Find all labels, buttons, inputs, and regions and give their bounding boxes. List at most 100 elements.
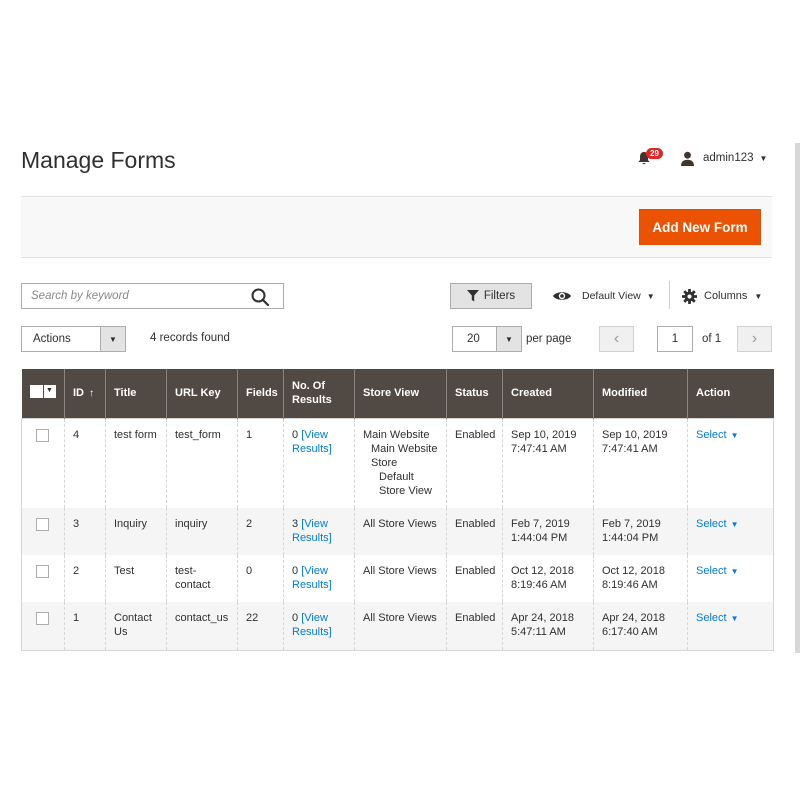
cell-modified: Feb 7, 2019 1:44:04 PM	[593, 508, 688, 555]
cell-created: Oct 12, 2018 8:19:46 AM	[502, 555, 594, 602]
mass-select-checkbox[interactable]	[29, 384, 43, 398]
table-row: 4 test form test_form 1 0 [View Results]…	[21, 418, 774, 508]
store-view-website: Main Website	[363, 428, 430, 441]
chevron-down-icon: ▼	[730, 430, 739, 440]
username: admin123	[703, 152, 754, 164]
chevron-down-icon: ▼	[730, 520, 739, 529]
chevron-down-icon: ▼	[730, 614, 739, 623]
per-page-select[interactable]: 20 ▼	[452, 326, 522, 352]
row-checkbox[interactable]	[36, 428, 49, 442]
mass-select-control[interactable]: ▼	[29, 384, 56, 398]
column-header-fields[interactable]: Fields	[237, 369, 284, 418]
row-action-select[interactable]: Select ▼	[696, 565, 739, 577]
per-page-value: 20	[467, 333, 480, 345]
table-row: 1 Contact Us contact_us 22 0 [View Resul…	[21, 602, 774, 650]
notifications-badge: 29	[646, 148, 663, 159]
cell-created: Apr 24, 2018 5:47:11 AM	[502, 602, 594, 650]
cell-title: Test	[105, 555, 167, 602]
view-results-link[interactable]: [View Results]	[292, 565, 332, 591]
cell-title: test form	[105, 418, 167, 508]
chevron-down-icon: ▼	[730, 567, 739, 576]
funnel-icon	[466, 290, 479, 302]
add-new-form-button[interactable]: Add New Form	[639, 209, 761, 245]
row-checkbox[interactable]	[36, 565, 49, 578]
mass-actions-dropdown[interactable]: Actions ▼	[21, 326, 126, 352]
row-action-label: Select	[696, 518, 727, 530]
chevron-down-icon[interactable]: ▼	[43, 384, 56, 398]
filters-button[interactable]: Filters	[450, 283, 532, 309]
notifications-button[interactable]: 29	[636, 148, 663, 168]
page-actions-bar: Add New Form	[21, 196, 772, 258]
results-count: 3	[292, 518, 299, 530]
view-label: Default View	[582, 290, 641, 302]
mass-select-header: ▼	[21, 369, 65, 418]
cell-modified: Sep 10, 2019 7:47:41 AM	[593, 418, 688, 508]
chevron-down-icon: ▼	[100, 327, 125, 351]
sort-ascending-icon: ↑	[89, 387, 94, 399]
cell-action: Select ▼	[687, 602, 774, 650]
cell-action: Select ▼	[687, 555, 774, 602]
results-count: 0	[292, 612, 299, 624]
cell-results: 3 [View Results]	[283, 508, 355, 555]
view-switcher[interactable]: Default View ▼	[552, 283, 655, 309]
cell-status: Enabled	[446, 602, 503, 650]
column-header-results[interactable]: No. Of Results	[283, 369, 355, 418]
row-action-select[interactable]: Select ▼	[696, 518, 739, 530]
cell-status: Enabled	[446, 508, 503, 555]
cell-results: 0 [View Results]	[283, 418, 355, 508]
table-row: 3 Inquiry inquiry 2 3 [View Results] All…	[21, 508, 774, 555]
chevron-down-icon: ▼	[759, 153, 768, 163]
cell-fields: 2	[237, 508, 284, 555]
cell-results: 0 [View Results]	[283, 602, 355, 650]
cell-title: Contact Us	[105, 602, 167, 650]
page-scrollbar[interactable]	[795, 143, 800, 653]
chevron-right-icon: ›	[751, 330, 758, 347]
user-menu[interactable]: admin123 ▼	[680, 149, 767, 167]
cell-id: 1	[64, 602, 106, 650]
column-header-id[interactable]: ID ↑	[64, 369, 106, 418]
eye-icon	[553, 292, 571, 300]
column-header-store-view[interactable]: Store View	[354, 369, 447, 418]
search-icon[interactable]	[251, 288, 270, 309]
results-count: 0	[292, 428, 299, 441]
current-page-input[interactable]	[657, 326, 693, 352]
cell-action: Select ▼	[687, 508, 774, 555]
row-action-select[interactable]: Select ▼	[696, 429, 739, 441]
total-pages: of 1	[702, 333, 722, 345]
cell-fields: 1	[237, 418, 284, 508]
cell-created: Sep 10, 2019 7:47:41 AM	[502, 418, 594, 508]
cell-fields: 22	[237, 602, 284, 650]
mass-actions-label: Actions	[33, 333, 71, 345]
page-title: Manage Forms	[21, 147, 176, 173]
column-header-title[interactable]: Title	[105, 369, 167, 418]
per-page-label: per page	[526, 333, 572, 345]
next-page-button[interactable]: ›	[737, 326, 772, 352]
column-header-modified[interactable]: Modified	[593, 369, 688, 418]
filters-label: Filters	[483, 290, 516, 302]
cell-url-key: inquiry	[166, 508, 238, 555]
user-icon	[681, 151, 694, 166]
view-results-link[interactable]: [View Results]	[292, 518, 332, 544]
row-action-select[interactable]: Select ▼	[696, 612, 739, 624]
column-header-created[interactable]: Created	[502, 369, 594, 418]
search-input[interactable]	[22, 284, 247, 308]
chevron-down-icon: ▼	[646, 291, 655, 301]
view-results-link[interactable]: [View Results]	[292, 612, 332, 638]
cell-id: 3	[64, 508, 106, 555]
view-results-link[interactable]: [View Results]	[292, 429, 332, 455]
gear-icon	[682, 288, 697, 304]
forms-grid: ▼ ID ↑ Title URL Key Fields No. Of Result…	[21, 369, 774, 651]
cell-status: Enabled	[446, 555, 503, 602]
cell-url-key: test_form	[166, 418, 238, 508]
column-header-url-key[interactable]: URL Key	[166, 369, 238, 418]
column-header-status[interactable]: Status	[446, 369, 503, 418]
table-row: 2 Test test-contact 0 0 [View Results] A…	[21, 555, 774, 602]
cell-url-key: contact_us	[166, 602, 238, 650]
row-checkbox[interactable]	[36, 612, 49, 625]
previous-page-button[interactable]: ‹	[599, 326, 634, 352]
row-checkbox[interactable]	[36, 518, 49, 531]
cell-store-view: All Store Views	[354, 508, 447, 555]
cell-url-key: test-contact	[166, 555, 238, 602]
row-action-label: Select	[696, 612, 727, 624]
columns-control[interactable]: Columns ▼	[682, 283, 762, 309]
